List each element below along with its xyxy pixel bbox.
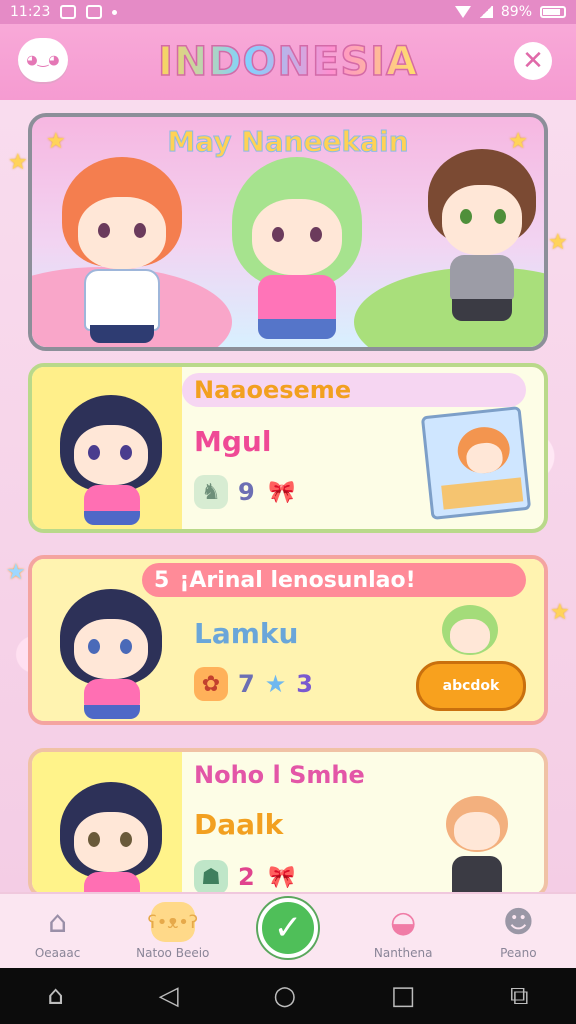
card-stats: ☗ 2 🎀 xyxy=(194,860,299,894)
page-title: INDONESIA xyxy=(157,38,418,86)
list-card[interactable]: Naaoeseme Mgul ♞ 9 🎀 xyxy=(28,363,548,533)
featured-banner-card[interactable]: ★ ★ May Naneekain xyxy=(28,113,548,351)
star-icon: ★ xyxy=(548,230,568,255)
recents-icon[interactable]: □ xyxy=(391,981,416,1011)
battery-icon xyxy=(540,6,566,18)
card-stats: ♞ 9 🎀 xyxy=(194,475,299,509)
screenshot-icon[interactable]: ⧉ xyxy=(510,981,529,1012)
back-icon[interactable]: ◁ xyxy=(159,981,179,1011)
check-icon: ✓ xyxy=(257,898,318,958)
list-card[interactable]: Noho l Smhe Daalk ☗ 2 🎀 xyxy=(28,748,548,898)
character-avatar xyxy=(56,782,166,894)
card-heading: Noho l Smhe xyxy=(182,758,526,792)
card-thumbnail: abcdok xyxy=(416,605,526,711)
character-brown-hair xyxy=(422,149,542,347)
bottom-nav: ⌂ Oeaaac ʕ•ᴥ•ʔ Natoo Beeio ✓ ◒ Nanthena … xyxy=(0,892,576,968)
star-icon: ★ xyxy=(6,560,26,585)
heading-text: ¡Arinal lenosunlao! xyxy=(179,567,416,593)
close-glyph: ✕ xyxy=(522,46,544,76)
stat-value: 2 xyxy=(238,863,255,891)
card-stats: ✿ 7 ★ 3 xyxy=(194,667,313,701)
app-notification-icon xyxy=(86,5,103,19)
star-icon: ★ xyxy=(550,600,570,625)
cloud-face: ◕‿◕ xyxy=(26,52,60,68)
list-card[interactable]: 5 ¡Arinal lenosunlao! Lamku ✿ 7 ★ 3 abcd… xyxy=(28,555,548,725)
card-heading: Naaoeseme xyxy=(182,373,526,407)
stat-extra-value: 3 xyxy=(296,670,313,698)
signal-icon xyxy=(478,6,493,18)
character-avatar xyxy=(56,395,166,527)
stat-value: 7 xyxy=(238,670,255,698)
status-bar: 11:23 89% xyxy=(0,0,576,24)
battery-percent: 89% xyxy=(500,4,532,20)
card-thumbnail xyxy=(420,406,532,520)
nav-label: Oeaaac xyxy=(34,946,81,960)
nav-item-cake[interactable]: ◒ Nanthena xyxy=(353,902,453,961)
card-thumbnail xyxy=(426,796,526,894)
nav-item-character[interactable]: ☻ Peano xyxy=(468,902,568,961)
wifi-icon xyxy=(454,6,471,18)
character-icon: ☻ xyxy=(502,904,534,940)
app-header: ◕‿◕ INDONESIA ✕ xyxy=(0,24,576,100)
home-circle-icon[interactable]: ○ xyxy=(273,981,296,1011)
nav-item-home[interactable]: ⌂ Oeaaac xyxy=(8,902,108,961)
card-name: Lamku xyxy=(194,617,299,650)
character-avatar xyxy=(56,589,166,721)
bear-icon: ʕ•ᴥ•ʔ xyxy=(148,902,198,942)
stat-value: 9 xyxy=(238,478,255,506)
star-icon: ★ xyxy=(8,150,28,175)
bow-icon: 🎀 xyxy=(268,864,296,890)
cake-icon: ◒ xyxy=(390,904,417,940)
cloud-mascot-icon[interactable]: ◕‿◕ xyxy=(18,38,68,82)
system-navigation-bar: ⌂ ◁ ○ □ ⧉ xyxy=(0,968,576,1024)
character-orange-hair xyxy=(52,157,192,347)
nav-label: Nanthena xyxy=(373,946,433,960)
nav-label: Natoo Beeio xyxy=(136,946,210,960)
card-name: Mgul xyxy=(194,425,272,458)
card-heading: 5 ¡Arinal lenosunlao! xyxy=(142,563,526,597)
thumb-label: abcdok xyxy=(416,661,526,711)
nav-label: Peano xyxy=(500,946,537,960)
close-icon[interactable]: ✕ xyxy=(514,42,552,80)
home-icon[interactable]: ⌂ xyxy=(47,981,64,1011)
dot-icon xyxy=(112,9,118,15)
ghost-icon: ☗ xyxy=(194,860,228,894)
app-notification-icon xyxy=(60,5,77,19)
status-time: 11:23 xyxy=(10,4,51,20)
nav-item-confirm[interactable]: ✓ xyxy=(238,898,338,958)
star-icon: ★ xyxy=(264,670,287,698)
creature-icon: ♞ xyxy=(194,475,228,509)
house-icon: ⌂ xyxy=(48,904,68,940)
flower-icon: ✿ xyxy=(194,667,228,701)
character-green-hair xyxy=(222,157,372,347)
nav-item-bear[interactable]: ʕ•ᴥ•ʔ Natoo Beeio xyxy=(123,902,223,960)
bow-icon: 🎀 xyxy=(268,479,296,505)
card-name: Daalk xyxy=(194,808,284,841)
